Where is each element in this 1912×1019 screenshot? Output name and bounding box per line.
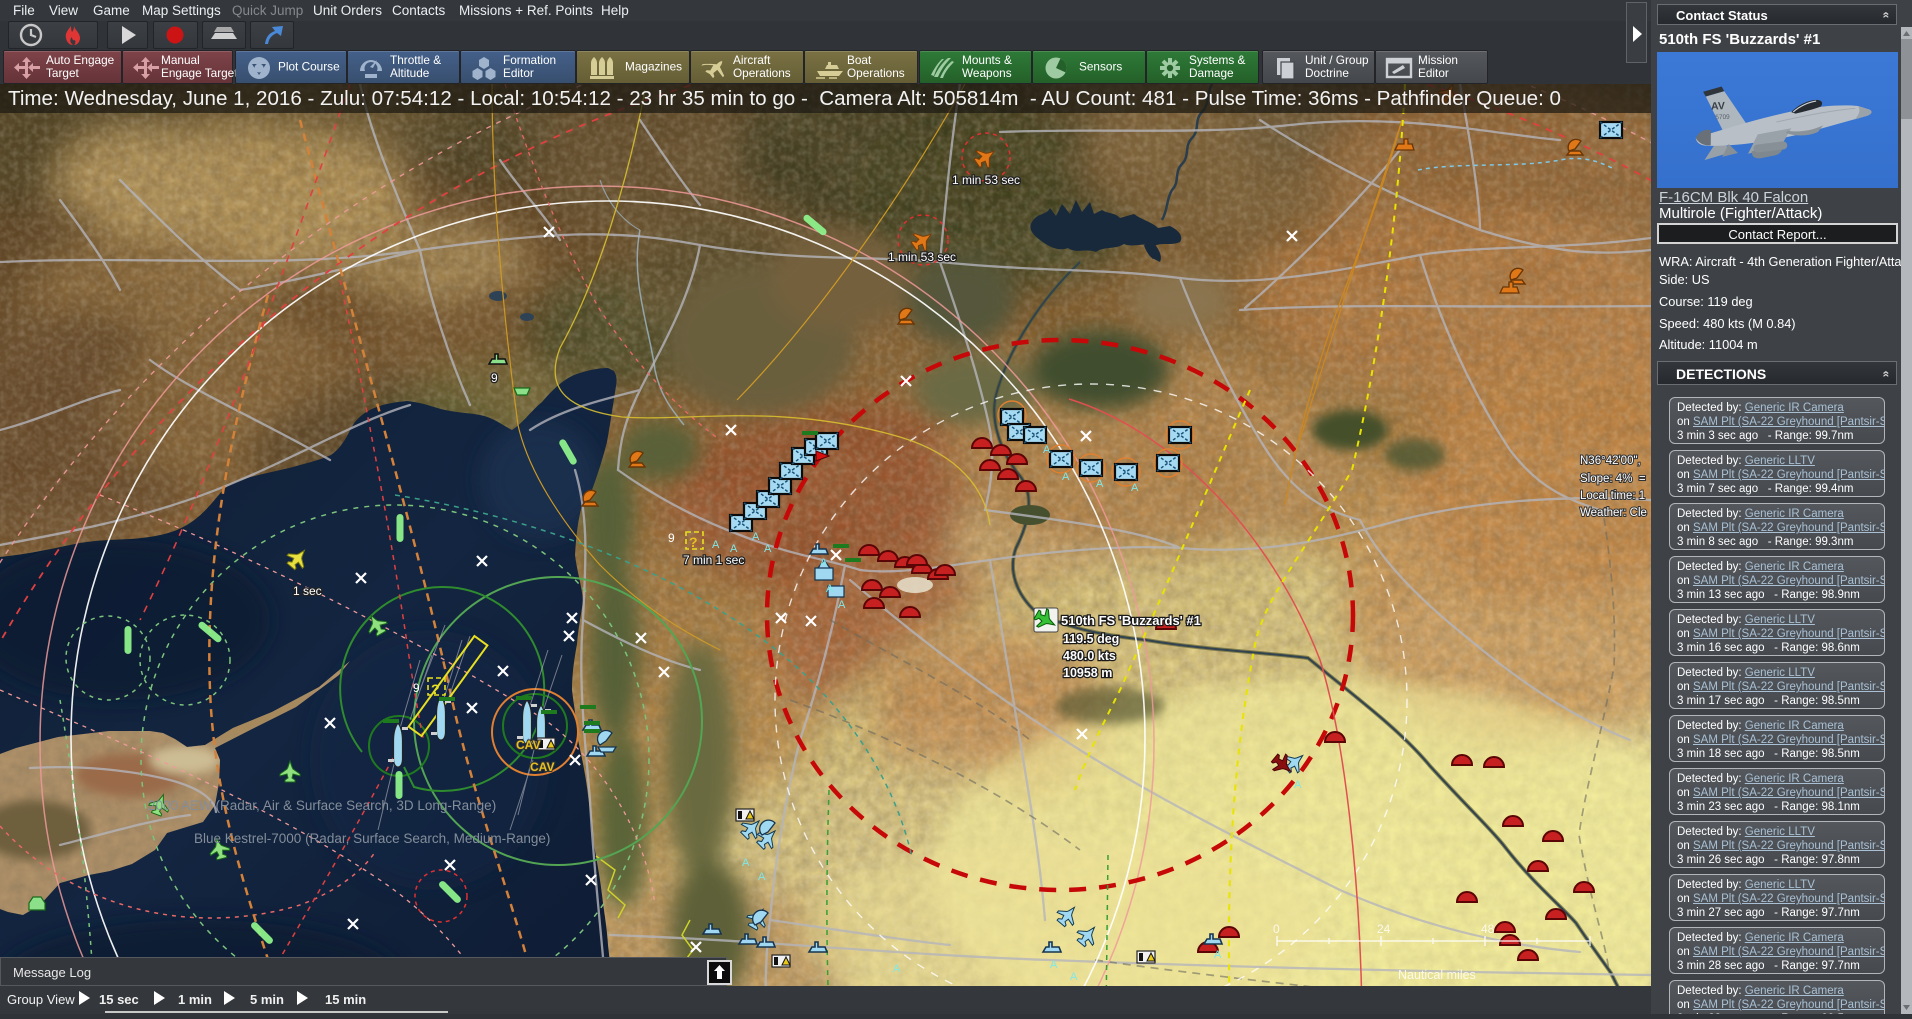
svg-text:A: A [764,543,772,555]
svg-text:A: A [820,557,828,569]
svg-text:9: 9 [668,531,675,545]
svg-text:N36°42'00",: N36°42'00", [1580,455,1641,467]
svg-text:A: A [1096,478,1104,490]
svg-text:10958 m: 10958 m [1063,666,1112,680]
svg-text:480.0 kts: 480.0 kts [1063,649,1116,663]
svg-text:24: 24 [1377,922,1391,936]
svg-text:0: 0 [1273,922,1280,936]
svg-text:A: A [826,583,834,595]
svg-text:A: A [752,531,760,543]
svg-text:Weather: Cle: Weather: Cle [1580,507,1647,519]
svg-text:A: A [1294,779,1302,791]
svg-text:9: 9 [413,681,420,695]
svg-text:CAV: CAV [530,760,554,774]
svg-text:5709: 5709 [1715,114,1730,122]
svg-text:510th FS 'Buzzards' #1: 510th FS 'Buzzards' #1 [1061,613,1201,628]
svg-text:A: A [893,963,901,975]
svg-text:A: A [1043,444,1051,456]
svg-text:Nautical miles: Nautical miles [1398,968,1476,982]
svg-text:48: 48 [1481,922,1495,936]
svg-text:?: ? [689,534,698,550]
svg-text:1 min 53 sec: 1 min 53 sec [888,250,956,264]
svg-text:AV: AV [1711,100,1725,112]
svg-text:9: 9 [491,371,498,385]
svg-text:2000 AEW (Radar, Air & Surface: 2000 AEW (Radar, Air & Surface Search, 3… [148,798,496,813]
svg-text:Slope: 4% =: Slope: 4% = [1580,473,1646,485]
svg-text:A: A [1070,971,1078,983]
svg-text:A: A [838,599,846,611]
svg-text:1 sec: 1 sec [293,584,322,598]
svg-text:119.5 deg: 119.5 deg [1063,632,1119,646]
svg-text:Local time: 1: Local time: 1 [1580,490,1645,502]
svg-text:?: ? [431,681,440,697]
svg-text:7 min 1 sec: 7 min 1 sec [683,553,744,567]
svg-text:A: A [712,539,720,551]
svg-text:A: A [758,871,766,883]
svg-text:1 min 53 sec: 1 min 53 sec [952,173,1020,187]
svg-text:A: A [1131,482,1139,494]
svg-text:A: A [742,857,750,869]
svg-text:CAV: CAV [516,738,540,752]
svg-text:Blue Kestrel-7000 (Radar, Surf: Blue Kestrel-7000 (Radar, Surface Search… [194,831,550,846]
svg-text:A: A [1214,949,1222,961]
svg-text:A: A [1050,959,1058,971]
svg-text:A: A [1062,471,1070,483]
